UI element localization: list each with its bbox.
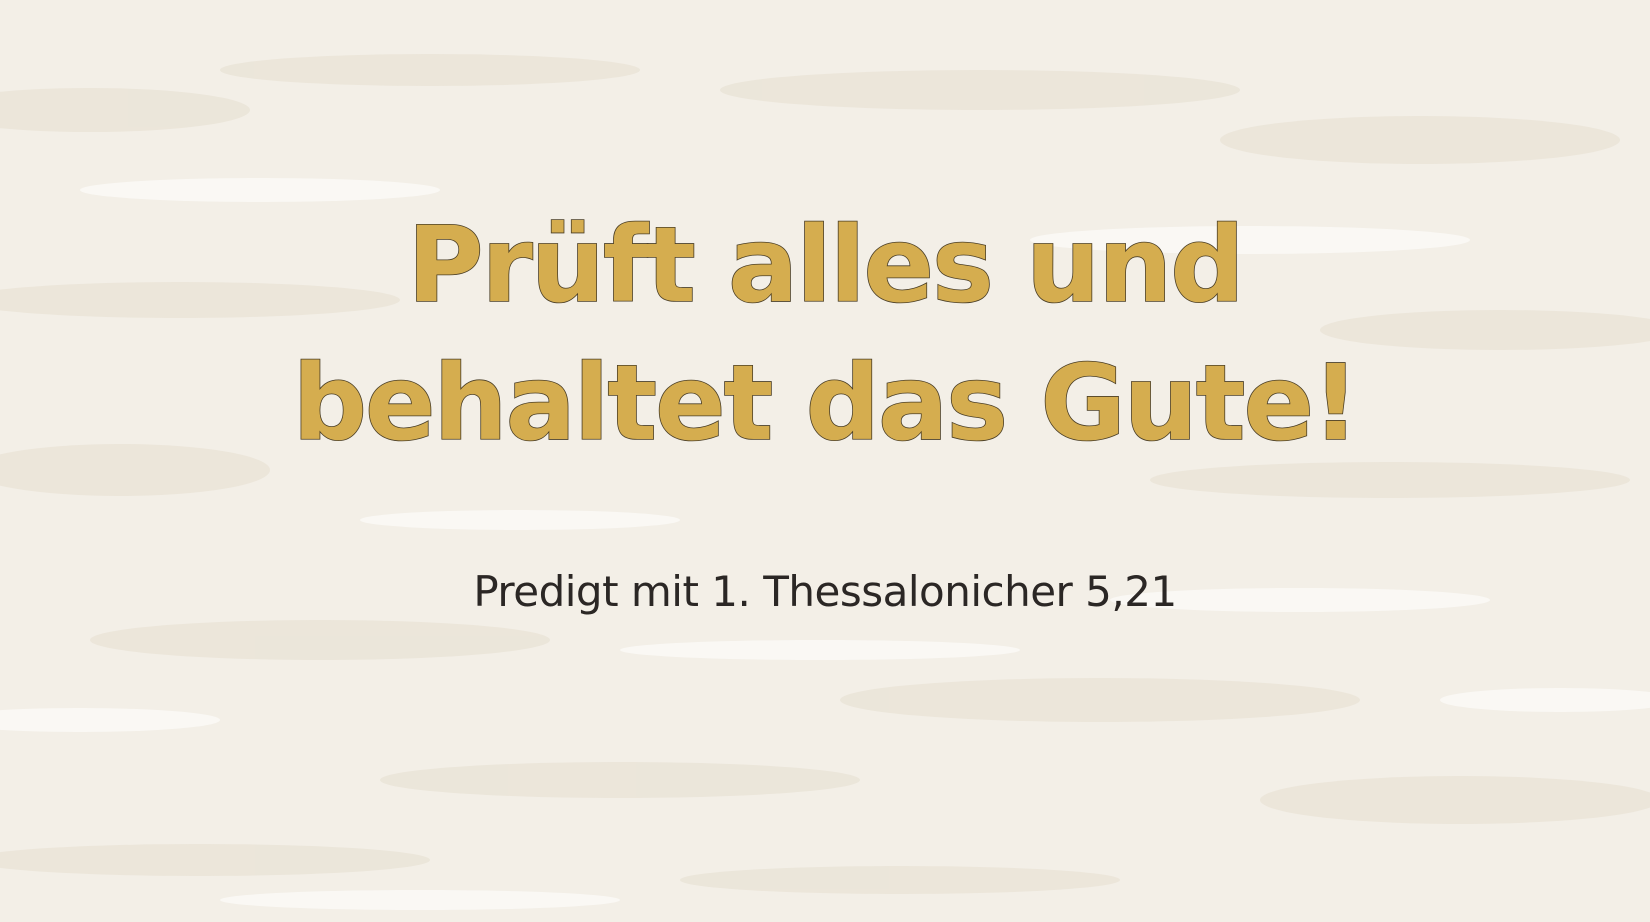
slide-subtitle: Predigt mit 1. Thessalonicher 5,21 bbox=[473, 567, 1177, 616]
title-line-1: Prüft alles und bbox=[407, 203, 1246, 327]
slide-title: Prüft alles und behaltet das Gute! bbox=[0, 196, 1650, 472]
slide: Prüft alles und behaltet das Gute! Predi… bbox=[0, 0, 1650, 922]
title-line-2: behaltet das Gute! bbox=[292, 341, 1360, 465]
